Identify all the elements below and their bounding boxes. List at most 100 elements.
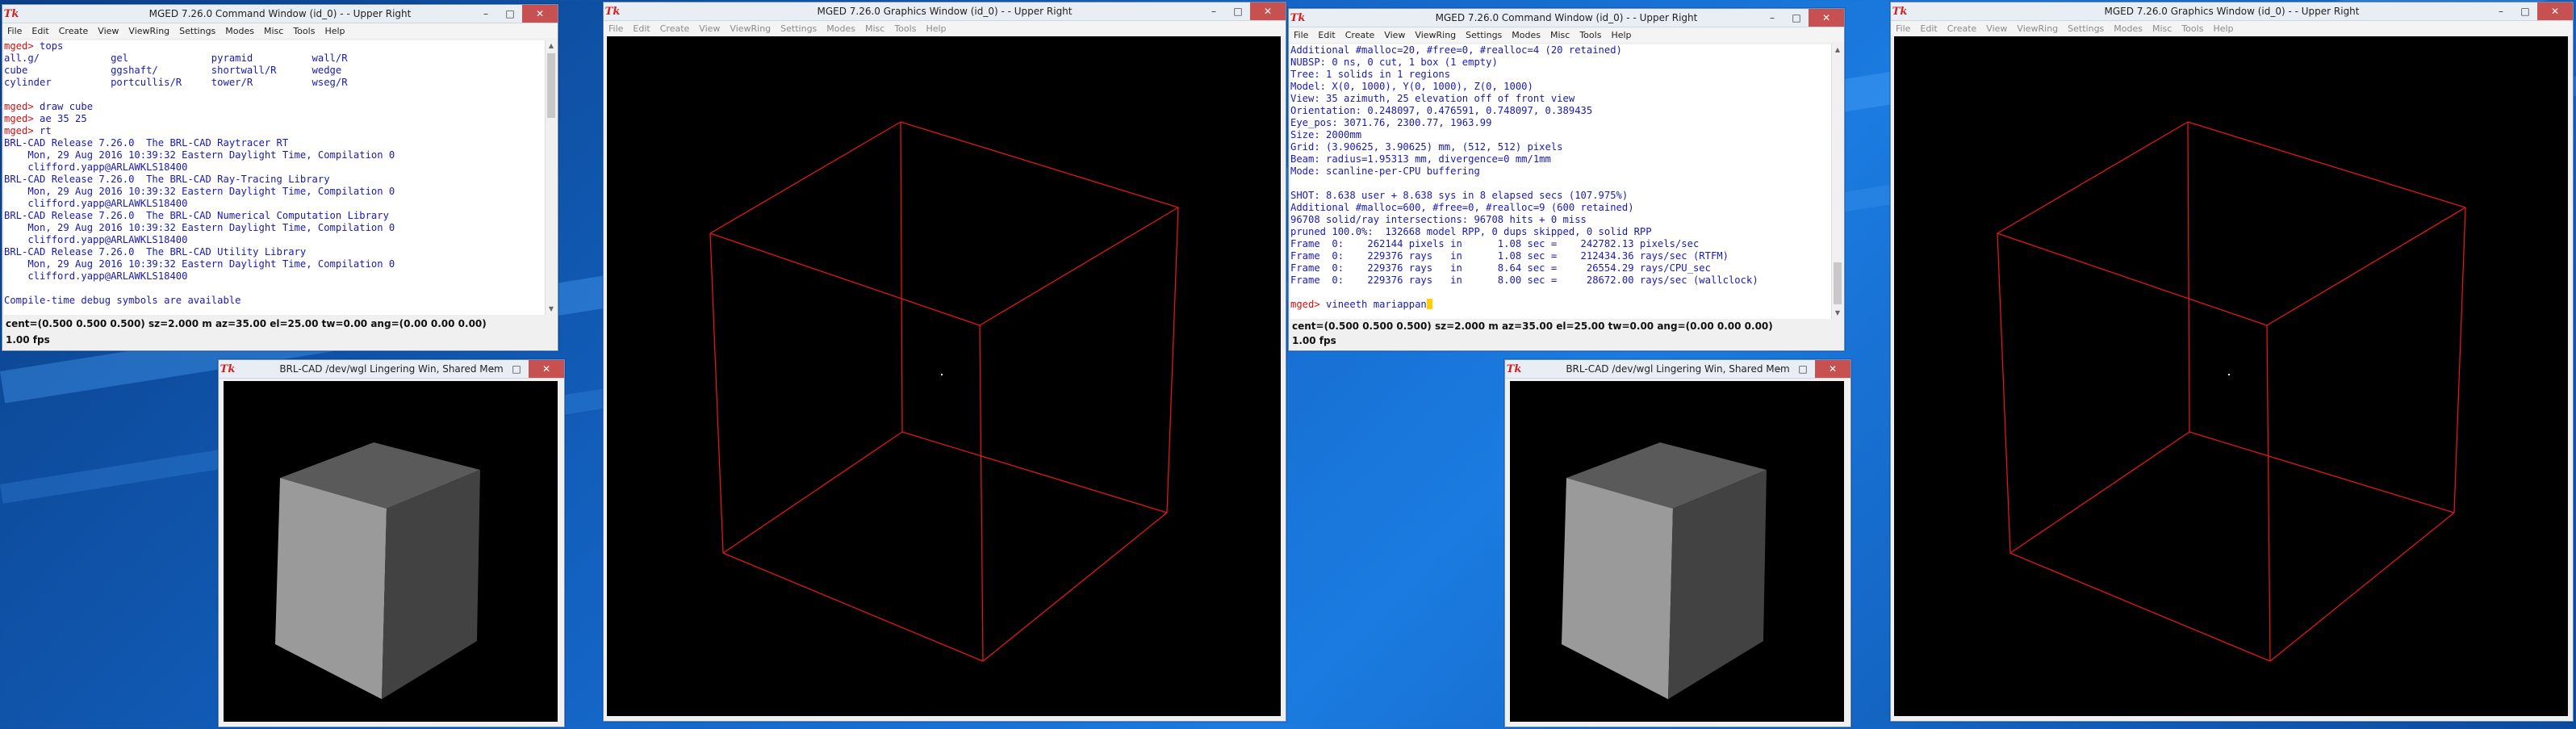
- menu-edit[interactable]: Edit: [1318, 30, 1335, 40]
- close-button[interactable]: ✕: [522, 5, 558, 23]
- console-text: BRL-CAD Release 7.26.0 The BRL-CAD Raytr…: [4, 137, 289, 149]
- graphics-window-left[interactable]: Tk MGED 7.26.0 Graphics Window (id_0) - …: [603, 2, 1286, 722]
- menu-create[interactable]: Create: [660, 23, 690, 34]
- menu-modes[interactable]: Modes: [826, 23, 855, 34]
- menu-modes[interactable]: Modes: [1512, 30, 1541, 40]
- wireframe-canvas[interactable]: [1894, 36, 2568, 716]
- menu-view[interactable]: View: [1986, 23, 2007, 34]
- menu-edit[interactable]: Edit: [1920, 23, 1937, 34]
- console-line: Compile-time debug symbols are available: [4, 295, 545, 307]
- menu-view[interactable]: View: [699, 23, 720, 34]
- minimize-button[interactable]: –: [1767, 360, 1791, 378]
- cube-edge: [1166, 207, 1179, 513]
- scroll-up-arrow[interactable]: ▲: [546, 40, 557, 52]
- console-output[interactable]: Additional #malloc=20, #free=0, #realloc…: [1290, 44, 1831, 319]
- console-line: BRL-CAD Release 7.26.0 The BRL-CAD Utili…: [4, 246, 545, 258]
- menu-settings[interactable]: Settings: [1466, 30, 1502, 40]
- menu-viewring[interactable]: ViewRing: [1415, 30, 1456, 40]
- window-title: MGED 7.26.0 Graphics Window (id_0) - - U…: [2104, 6, 2360, 17]
- menu-file[interactable]: File: [1896, 23, 1910, 34]
- menu-file[interactable]: File: [1294, 30, 1308, 40]
- maximize-button[interactable]: □: [504, 360, 529, 378]
- menu-misc[interactable]: Misc: [1550, 30, 1570, 40]
- menu-edit[interactable]: Edit: [31, 26, 48, 36]
- menu-modes[interactable]: Modes: [2114, 23, 2143, 34]
- wireframe-canvas[interactable]: [607, 36, 1281, 716]
- scroll-thumb[interactable]: [547, 53, 555, 118]
- console-text: BRL-CAD Release 7.26.0 The BRL-CAD Utili…: [4, 246, 307, 258]
- menu-create[interactable]: Create: [1345, 30, 1375, 40]
- raytrace-canvas[interactable]: [224, 381, 558, 722]
- title-bar[interactable]: Tk MGED 7.26.0 Graphics Window (id_0) - …: [604, 2, 1286, 21]
- console-line: mged> draw cube: [4, 101, 545, 113]
- scroll-up-arrow[interactable]: ▲: [1832, 44, 1843, 56]
- display-window-left[interactable]: Tk BRL-CAD /dev/wgl Lingering Win, Share…: [218, 359, 565, 727]
- title-bar[interactable]: Tk BRL-CAD /dev/wgl Lingering Win, Share…: [1505, 360, 1850, 379]
- menu-settings[interactable]: Settings: [2068, 23, 2104, 34]
- console-line: BRL-CAD Release 7.26.0 The BRL-CAD Numer…: [4, 210, 545, 222]
- command-window-left[interactable]: Tk MGED 7.26.0 Command Window (id_0) - -…: [2, 4, 558, 351]
- scroll-thumb[interactable]: [1834, 262, 1842, 304]
- menu-modes[interactable]: Modes: [225, 26, 254, 36]
- menu-help[interactable]: Help: [926, 23, 946, 34]
- menu-create[interactable]: Create: [1947, 23, 1977, 34]
- menu-tools[interactable]: Tools: [1579, 30, 1601, 40]
- minimize-button[interactable]: –: [1202, 2, 1226, 20]
- maximize-button[interactable]: □: [498, 5, 522, 23]
- raytrace-canvas[interactable]: [1510, 381, 1844, 722]
- close-button[interactable]: ✕: [529, 360, 564, 378]
- console-text: Mode: scanline-per-CPU buffering: [1290, 165, 1480, 177]
- title-bar[interactable]: Tk MGED 7.26.0 Graphics Window (id_0) - …: [1891, 2, 2573, 21]
- command-window-right[interactable]: Tk MGED 7.26.0 Command Window (id_0) - -…: [1288, 8, 1845, 351]
- maximize-button[interactable]: □: [1791, 360, 1815, 378]
- menu-tools[interactable]: Tools: [894, 23, 916, 34]
- menu-file[interactable]: File: [7, 26, 22, 36]
- menu-settings[interactable]: Settings: [780, 23, 817, 34]
- maximize-button[interactable]: □: [1784, 9, 1809, 27]
- menu-tools[interactable]: Tools: [293, 26, 315, 36]
- maximize-button[interactable]: □: [2513, 2, 2537, 20]
- console-scrollbar[interactable]: ▲ ▼: [545, 40, 557, 315]
- menu-view[interactable]: View: [1384, 30, 1405, 40]
- menu-view[interactable]: View: [98, 26, 119, 36]
- console-text: Mon, 29 Aug 2016 10:39:32 Eastern Daylig…: [4, 258, 395, 270]
- console-line: Frame 0: 229376 rays in 1.08 sec = 21243…: [1290, 250, 1831, 262]
- scroll-down-arrow[interactable]: ▼: [1832, 308, 1843, 319]
- close-button[interactable]: ✕: [1809, 9, 1844, 27]
- menu-create[interactable]: Create: [59, 26, 89, 36]
- minimize-button[interactable]: –: [1760, 9, 1784, 27]
- display-window-right[interactable]: Tk BRL-CAD /dev/wgl Lingering Win, Share…: [1504, 359, 1851, 727]
- menu-help[interactable]: Help: [324, 26, 345, 36]
- graphics-window-right[interactable]: Tk MGED 7.26.0 Graphics Window (id_0) - …: [1890, 2, 2574, 722]
- menu-help[interactable]: Help: [2213, 23, 2233, 34]
- minimize-button[interactable]: –: [480, 360, 504, 378]
- menu-help[interactable]: Help: [1611, 30, 1631, 40]
- console-prompt: mged>: [1290, 299, 1327, 310]
- close-button[interactable]: ✕: [1815, 360, 1850, 378]
- title-bar[interactable]: Tk MGED 7.26.0 Command Window (id_0) - -…: [2, 5, 558, 23]
- title-bar[interactable]: Tk BRL-CAD /dev/wgl Lingering Win, Share…: [219, 360, 564, 379]
- maximize-button[interactable]: □: [1226, 2, 1250, 20]
- menu-settings[interactable]: Settings: [179, 26, 215, 36]
- close-button[interactable]: ✕: [2537, 2, 2573, 20]
- title-bar[interactable]: Tk MGED 7.26.0 Command Window (id_0) - -…: [1289, 9, 1844, 27]
- menu-misc[interactable]: Misc: [2152, 23, 2172, 34]
- console-scrollbar[interactable]: ▲ ▼: [1831, 44, 1843, 319]
- menu-tools[interactable]: Tools: [2181, 23, 2203, 34]
- close-button[interactable]: ✕: [1250, 2, 1286, 20]
- menu-viewring[interactable]: ViewRing: [730, 23, 771, 34]
- minimize-button[interactable]: –: [474, 5, 498, 23]
- menu-edit[interactable]: Edit: [633, 23, 650, 34]
- menu-misc[interactable]: Misc: [264, 26, 283, 36]
- menu-file[interactable]: File: [608, 23, 623, 34]
- menu-misc[interactable]: Misc: [865, 23, 884, 34]
- console-text: Eye_pos: 3071.76, 2300.77, 1963.99: [1290, 117, 1492, 128]
- scroll-down-arrow[interactable]: ▼: [546, 304, 557, 315]
- menu-viewring[interactable]: ViewRing: [128, 26, 169, 36]
- menu-viewring[interactable]: ViewRing: [2017, 23, 2058, 34]
- cube-edge: [2453, 207, 2466, 513]
- view-center-marker: [941, 374, 943, 375]
- console-output[interactable]: mged> tops all.g/ gel pyramid wall/R cube …: [4, 40, 545, 315]
- minimize-button[interactable]: –: [2489, 2, 2513, 20]
